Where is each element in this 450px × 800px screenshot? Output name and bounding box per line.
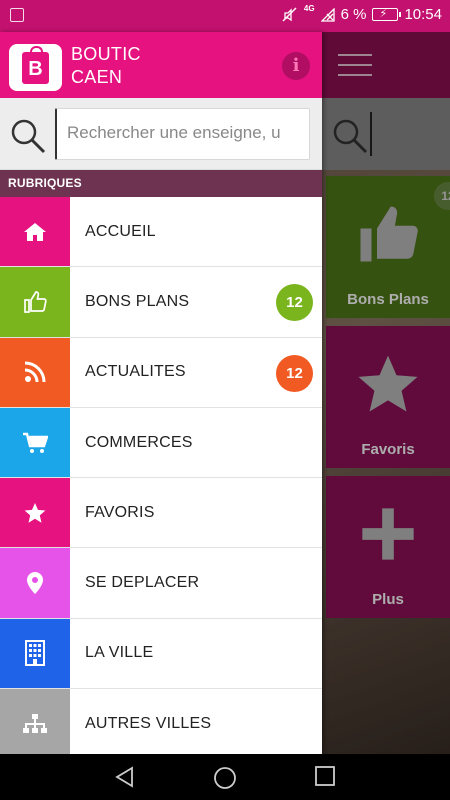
count-badge: 12	[276, 284, 313, 322]
tile-label: Plus	[372, 591, 404, 608]
back-icon[interactable]	[114, 766, 136, 788]
menu-item-label: SE DEPLACER	[85, 574, 200, 592]
text-cursor	[370, 112, 372, 156]
menu-item-label: ACCUEIL	[85, 222, 156, 240]
main-screen-background: 12 Bons Plans Favoris Plus	[320, 32, 450, 754]
rss-icon	[0, 337, 70, 407]
count-badge: 12	[276, 354, 313, 392]
menu-item-favoris[interactable]: FAVORIS	[0, 478, 322, 549]
menu-item-commerces[interactable]: COMMERCES	[0, 407, 322, 479]
home-button-icon[interactable]	[213, 766, 237, 790]
tile-favoris[interactable]: Favoris	[326, 326, 450, 468]
app-title: BOUTIC CAEN	[71, 44, 141, 87]
plus-icon	[362, 507, 414, 560]
tile-label: Bons Plans	[347, 291, 429, 308]
app-logo: B	[9, 44, 62, 91]
menu-item-label: BONS PLANS	[85, 292, 190, 310]
hamburger-menu-icon[interactable]	[338, 54, 372, 76]
building-icon	[0, 618, 70, 689]
main-header	[320, 32, 450, 98]
status-bar: 4G 6 % ⚡ 10:54	[0, 0, 450, 32]
thumbs-up-icon	[0, 267, 70, 337]
menu-item-la-ville[interactable]: LA VILLE	[0, 618, 322, 690]
notification-image-icon	[10, 8, 24, 22]
menu-item-actualites[interactable]: ACTUALITES 12	[0, 337, 322, 408]
muted-icon	[282, 7, 297, 21]
main-search-bar[interactable]	[320, 98, 450, 170]
menu-item-autres-villes[interactable]: AUTRES VILLES	[0, 689, 322, 754]
battery-percent: 6 %	[340, 6, 367, 23]
search-input[interactable]: Rechercher une enseigne, u	[55, 108, 310, 160]
menu-item-bons-plans[interactable]: BONS PLANS 12	[0, 267, 322, 338]
menu-item-label: AUTRES VILLES	[85, 714, 212, 732]
section-title: RUBRIQUES	[0, 170, 322, 197]
signal-icon	[320, 7, 335, 22]
menu-item-accueil[interactable]: ACCUEIL	[0, 197, 322, 268]
menu-item-label: LA VILLE	[85, 644, 154, 662]
drawer-header: B BOUTIC CAEN i	[0, 32, 322, 98]
tile-bons-plans[interactable]: 12 Bons Plans	[326, 176, 450, 318]
menu-list: ACCUEIL BONS PLANS 12 ACTUALITES 12 COMM…	[0, 197, 322, 754]
search-icon	[11, 119, 46, 154]
battery-charging-icon: ⚡	[372, 8, 402, 21]
home-icon	[0, 197, 70, 267]
search-icon	[333, 119, 368, 154]
system-nav-bar	[0, 754, 450, 800]
tile-badge: 12	[434, 182, 450, 210]
menu-item-label: FAVORIS	[85, 503, 155, 521]
network-type: 4G	[303, 4, 315, 13]
info-icon[interactable]: i	[282, 52, 310, 80]
sitemap-icon	[0, 689, 70, 754]
menu-item-label: ACTUALITES	[85, 363, 186, 381]
search-bar: Rechercher une enseigne, u	[0, 98, 322, 170]
menu-item-label: COMMERCES	[85, 433, 193, 451]
star-icon	[0, 478, 70, 548]
shopping-bag-icon: B	[22, 46, 49, 84]
cart-icon	[0, 407, 70, 478]
menu-item-se-deplacer[interactable]: SE DEPLACER	[0, 548, 322, 619]
clock: 10:54	[404, 6, 442, 23]
map-pin-icon	[0, 548, 70, 618]
navigation-drawer: B BOUTIC CAEN i Rechercher une enseigne,…	[0, 32, 322, 754]
tile-plus[interactable]: Plus	[326, 476, 450, 618]
recents-icon[interactable]	[315, 766, 335, 786]
star-icon	[358, 355, 418, 411]
thumbs-up-icon	[360, 206, 418, 261]
tile-label: Favoris	[361, 441, 415, 458]
